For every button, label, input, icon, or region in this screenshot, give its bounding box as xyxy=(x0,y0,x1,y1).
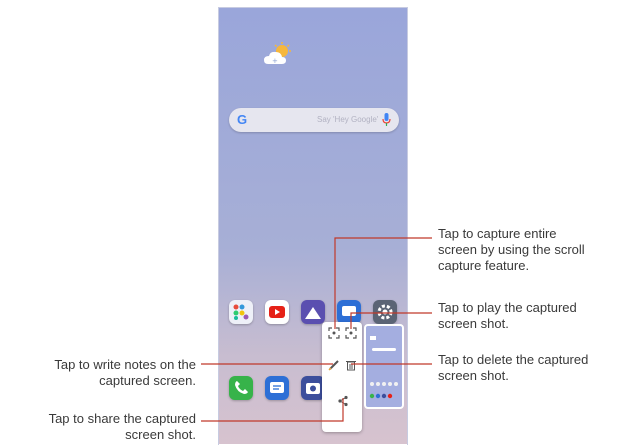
callout-write-line-1: Tap to write notes on the xyxy=(54,357,196,372)
callout-share-line-2: screen shot. xyxy=(125,427,196,442)
callout-share: Tap to share the captured screen shot. xyxy=(49,411,196,443)
callout-delete-line-2: screen shot. xyxy=(438,368,509,383)
callout-scroll-capture: Tap to capture entire screen by using th… xyxy=(438,226,585,274)
callout-write: Tap to write notes on the captured scree… xyxy=(54,357,196,389)
callout-write-line-2: captured screen. xyxy=(99,373,196,388)
callout-scroll-line-2: screen by using the scroll xyxy=(438,242,585,257)
callout-delete: Tap to delete the captured screen shot. xyxy=(438,352,588,384)
callout-play: Tap to play the captured screen shot. xyxy=(438,300,577,332)
callout-scroll-line-3: capture feature. xyxy=(438,258,530,273)
callout-share-line-1: Tap to share the captured xyxy=(48,411,196,426)
callout-scroll-line-1: Tap to capture entire xyxy=(438,226,557,241)
callout-delete-line-1: Tap to delete the captured xyxy=(438,352,589,367)
callout-play-line-1: Tap to play the captured xyxy=(438,300,577,315)
callout-play-line-2: screen shot. xyxy=(438,316,509,331)
